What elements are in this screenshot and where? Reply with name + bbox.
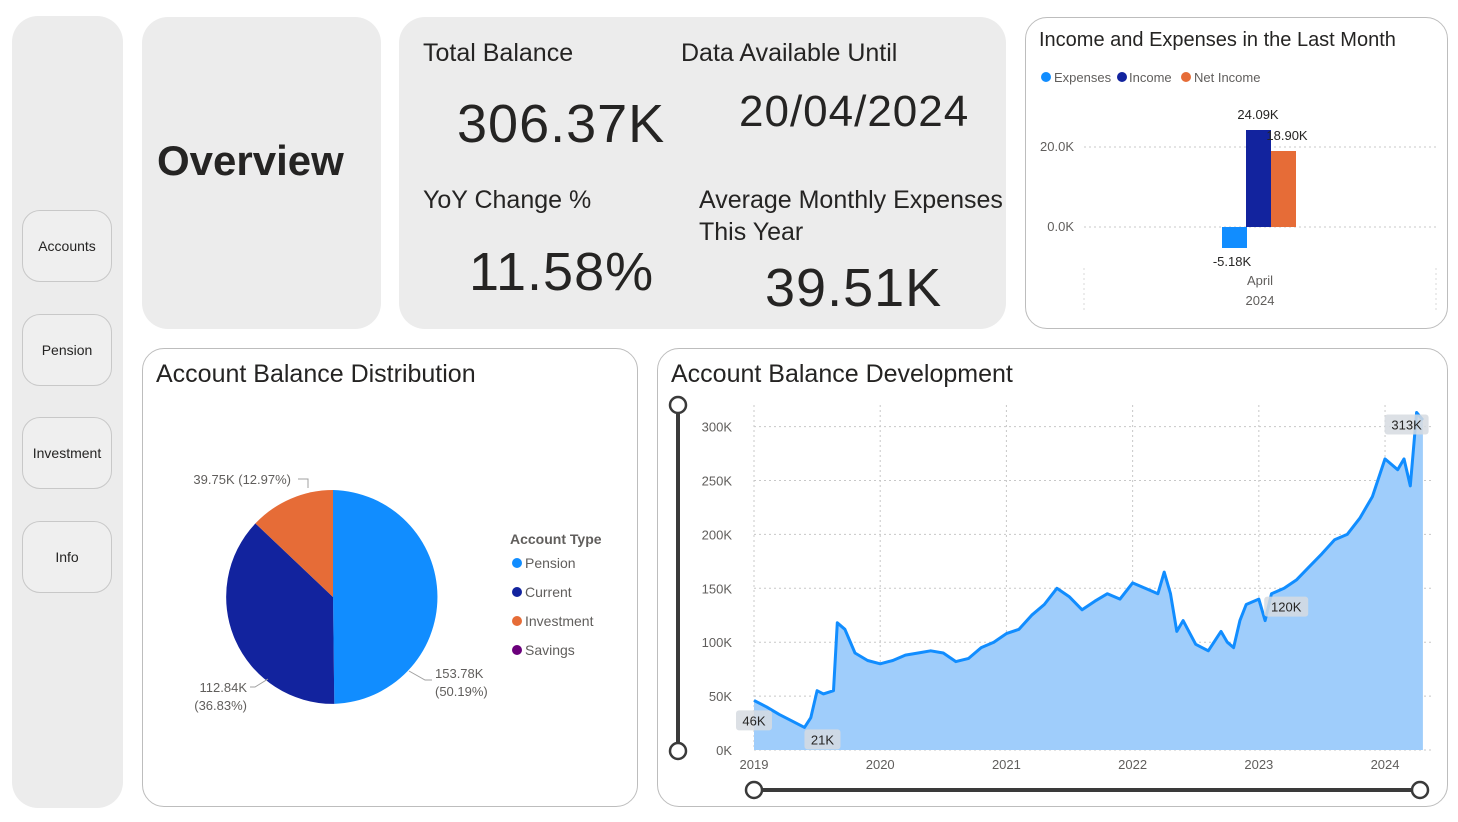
side-nav: Accounts Pension Investment Info xyxy=(12,16,123,808)
y-tick-label: 300K xyxy=(702,420,733,435)
pie-label-current-value: 112.84K xyxy=(200,680,248,695)
bar-expenses[interactable] xyxy=(1222,227,1247,248)
data-until-label: Data Available Until xyxy=(681,39,898,67)
legend-investment: Investment xyxy=(525,613,594,629)
area-chart: 46K 21K 120K 313K 300K 250K 200K 150K 100K 50K 0K… xyxy=(668,395,1433,800)
x-tick-label: 2024 xyxy=(1371,757,1400,772)
balance-distribution-card: Account Balance Distribution 153.78K (50… xyxy=(142,348,638,807)
y-slider-handle-top[interactable] xyxy=(668,395,688,415)
x-label-year: 2024 xyxy=(1246,293,1275,308)
x-tick-label: 2019 xyxy=(740,757,769,772)
legend-title: Account Type xyxy=(510,531,602,547)
legend-dot-savings xyxy=(512,645,522,655)
balance-development-card: Account Balance Development 46K 21K 120K 31… xyxy=(657,348,1448,807)
legend-dot-net-income xyxy=(1181,72,1191,82)
income-expenses-card: Income and Expenses in the Last Month Ex… xyxy=(1025,17,1448,329)
y-tick-label: 0K xyxy=(716,743,732,758)
x-slider-handle-left[interactable] xyxy=(744,780,764,800)
legend-dot-income xyxy=(1117,72,1127,82)
data-label-net-income: 18.90K xyxy=(1266,128,1308,143)
data-label-expenses: -5.18K xyxy=(1213,254,1252,269)
y-tick-label: 200K xyxy=(702,527,733,542)
x-tick-label: 2022 xyxy=(1118,757,1147,772)
pie-label-current-pct: (36.83%) xyxy=(194,698,247,713)
avg-expenses-label: Average Monthly Expenses xyxy=(699,186,1003,214)
avg-expenses-label-line2: This Year xyxy=(699,218,804,246)
data-until-value: 20/04/2024 xyxy=(739,87,970,136)
nav-button-accounts[interactable]: Accounts xyxy=(22,210,112,282)
legend-dot-pension xyxy=(512,558,522,568)
page-title: Overview xyxy=(157,137,344,184)
y-tick-20k: 20.0K xyxy=(1040,139,1074,154)
legend-dot-current xyxy=(512,587,522,597)
legend-income: Income xyxy=(1129,70,1172,85)
pie-slice-pension[interactable] xyxy=(333,490,438,704)
pie-chart: 153.78K (50.19%) 112.84K (36.83%) 39.75K… xyxy=(193,472,602,713)
pie-label-pension-value: 153.78K xyxy=(435,666,484,681)
leader-line-investment xyxy=(298,478,309,488)
pie-label-pension-pct: (50.19%) xyxy=(435,684,488,699)
legend-pension: Pension xyxy=(525,555,576,571)
bar-income[interactable] xyxy=(1246,130,1271,227)
bar-net-income[interactable] xyxy=(1271,151,1296,227)
annotation-label: 120K xyxy=(1271,600,1302,615)
legend-net-income: Net Income xyxy=(1194,70,1260,85)
avg-expenses-value: 39.51K xyxy=(765,258,943,318)
x-slider-handle-right[interactable] xyxy=(1410,780,1430,800)
data-label-income: 24.09K xyxy=(1237,107,1279,122)
total-balance-value: 306.37K xyxy=(457,94,666,154)
legend-dot-expenses xyxy=(1041,72,1051,82)
y-tick-label: 150K xyxy=(702,581,733,596)
leader-line-current xyxy=(250,678,269,688)
x-tick-label: 2023 xyxy=(1244,757,1273,772)
kpi-card: Total Balance 306.37K Data Available Unt… xyxy=(399,17,1006,329)
legend-current: Current xyxy=(525,584,572,600)
income-chart: Expenses Income Net Income 20.0K 0.0K -5… xyxy=(1040,70,1438,313)
x-tick-label: 2021 xyxy=(992,757,1021,772)
annotation-label: 313K xyxy=(1391,418,1422,433)
y-slider-handle-bottom[interactable] xyxy=(668,741,688,761)
y-tick-0k: 0.0K xyxy=(1047,219,1074,234)
yoy-value: 11.58% xyxy=(469,242,655,302)
legend-expenses: Expenses xyxy=(1054,70,1112,85)
x-label-month: April xyxy=(1247,273,1273,288)
annotation-label: 46K xyxy=(742,713,765,728)
nav-button-info[interactable]: Info xyxy=(22,521,112,593)
balance-area xyxy=(754,412,1423,750)
y-tick-label: 50K xyxy=(709,689,732,704)
annotation-label: 21K xyxy=(811,732,834,747)
leader-line-pension xyxy=(408,670,432,681)
title-card: Overview xyxy=(142,17,381,329)
pie-label-investment: 39.75K (12.97%) xyxy=(193,472,291,487)
yoy-label: YoY Change % xyxy=(423,186,592,214)
y-tick-label: 250K xyxy=(702,473,733,488)
nav-button-investment[interactable]: Investment xyxy=(22,417,112,489)
legend-savings: Savings xyxy=(525,642,575,658)
legend-dot-investment xyxy=(512,616,522,626)
total-balance-label: Total Balance xyxy=(423,39,574,67)
y-tick-label: 100K xyxy=(702,635,733,650)
x-tick-label: 2020 xyxy=(866,757,895,772)
nav-button-pension[interactable]: Pension xyxy=(22,314,112,386)
